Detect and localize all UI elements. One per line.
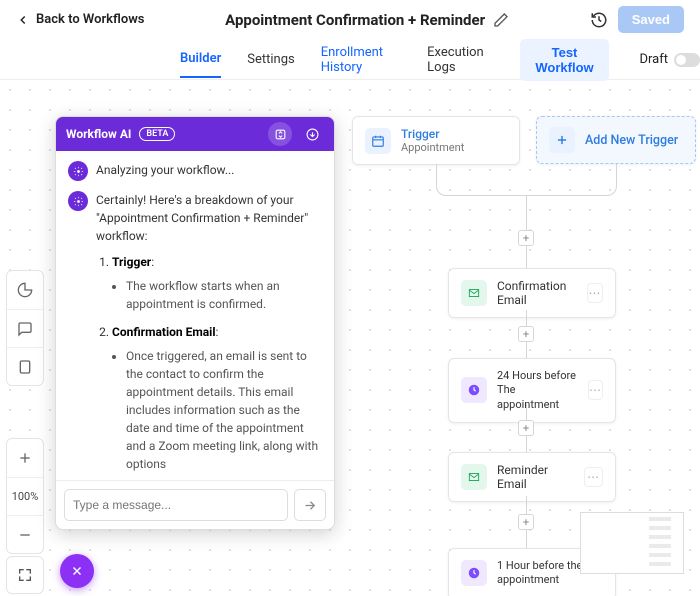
send-button[interactable]	[294, 489, 326, 521]
tab-bar: Builder Settings Enrollment History Exec…	[0, 40, 700, 80]
ai-avatar-icon	[68, 161, 88, 181]
workflow-ai-panel: Workflow AI BETA Analyzing your workflow…	[55, 116, 335, 530]
zoom-rail: 100%	[6, 438, 44, 554]
reminder-email-node[interactable]: Reminder Email ⋯	[448, 452, 616, 502]
wait-24h-node[interactable]: 24 Hours before The appointment ⋯	[448, 358, 616, 423]
back-label: Back to Workflows	[36, 12, 145, 27]
version-history-icon[interactable]	[590, 11, 608, 29]
stats-button[interactable]	[7, 271, 43, 309]
mail-icon	[461, 464, 487, 490]
chevron-left-icon	[16, 13, 30, 27]
conf-email-label: Confirmation Email	[497, 279, 577, 307]
tab-enrollment-history[interactable]: Enrollment History	[321, 35, 401, 85]
fullscreen-button[interactable]	[6, 556, 44, 594]
add-trigger-node[interactable]: Add New Trigger	[536, 116, 696, 164]
draft-label: Draft	[639, 52, 668, 67]
trigger-title: Trigger	[401, 127, 464, 141]
tab-settings[interactable]: Settings	[247, 42, 294, 77]
page-title: Appointment Confirmation + Reminder	[225, 11, 485, 29]
ai-message-input[interactable]	[73, 498, 279, 512]
saved-button[interactable]: Saved	[618, 6, 684, 33]
add-step-button[interactable]: +	[518, 420, 534, 436]
ai-avatar-icon	[68, 191, 88, 211]
node-more-icon[interactable]: ⋯	[588, 380, 603, 400]
mail-icon	[461, 280, 487, 306]
workflow-canvas[interactable]: 100% Workflow AI BETA Analyzing your wor…	[0, 80, 700, 596]
back-to-workflows[interactable]: Back to Workflows	[16, 12, 145, 27]
ai-download-icon[interactable]	[300, 122, 324, 146]
node-more-icon[interactable]: ⋯	[584, 467, 603, 487]
trigger-sub: Appointment	[401, 141, 464, 154]
zoom-out-button[interactable]	[7, 515, 43, 553]
calendar-icon	[365, 128, 391, 154]
draft-toggle[interactable]	[674, 53, 700, 67]
tab-execution-logs[interactable]: Execution Logs	[427, 35, 493, 85]
zoom-in-button[interactable]	[7, 439, 43, 477]
tab-builder[interactable]: Builder	[180, 41, 221, 78]
add-step-button[interactable]: +	[518, 514, 534, 530]
trigger-node[interactable]: Trigger Appointment	[352, 116, 520, 165]
tool-rail	[6, 270, 44, 386]
confirmation-email-node[interactable]: Confirmation Email ⋯	[448, 268, 616, 318]
wait24-label: 24 Hours before The appointment	[497, 369, 578, 412]
ai-messages[interactable]: Analyzing your workflow... Certainly! He…	[56, 151, 334, 480]
test-workflow-button[interactable]: Test Workflow	[520, 39, 610, 81]
clock-icon	[461, 377, 487, 403]
edit-icon[interactable]	[493, 12, 509, 28]
clock-icon	[461, 560, 487, 586]
comment-button[interactable]	[7, 309, 43, 347]
add-trigger-label: Add New Trigger	[585, 133, 678, 148]
ai-message-intro: Certainly! Here's a breakdown of your "A…	[96, 191, 322, 245]
close-ai-button[interactable]	[60, 554, 94, 588]
add-step-button[interactable]: +	[518, 230, 534, 246]
minimap[interactable]	[580, 512, 684, 574]
ai-step1-body: The workflow starts when an appointment …	[126, 277, 322, 313]
beta-badge: BETA	[139, 127, 175, 141]
ai-expand-icon[interactable]	[268, 122, 292, 146]
ai-step2-title: Confirmation Email	[112, 325, 216, 339]
plus-icon	[549, 127, 575, 153]
ai-message-analyzing: Analyzing your workflow...	[96, 161, 322, 181]
ai-title: Workflow AI	[66, 127, 131, 141]
device-button[interactable]	[7, 347, 43, 385]
ai-step2-body: Once triggered, an email is sent to the …	[126, 347, 322, 473]
node-more-icon[interactable]: ⋯	[587, 283, 603, 303]
add-step-button[interactable]: +	[518, 326, 534, 342]
reminder-label: Reminder Email	[497, 463, 574, 491]
zoom-level[interactable]: 100%	[7, 477, 43, 515]
ai-step1-title: Trigger	[112, 255, 151, 269]
